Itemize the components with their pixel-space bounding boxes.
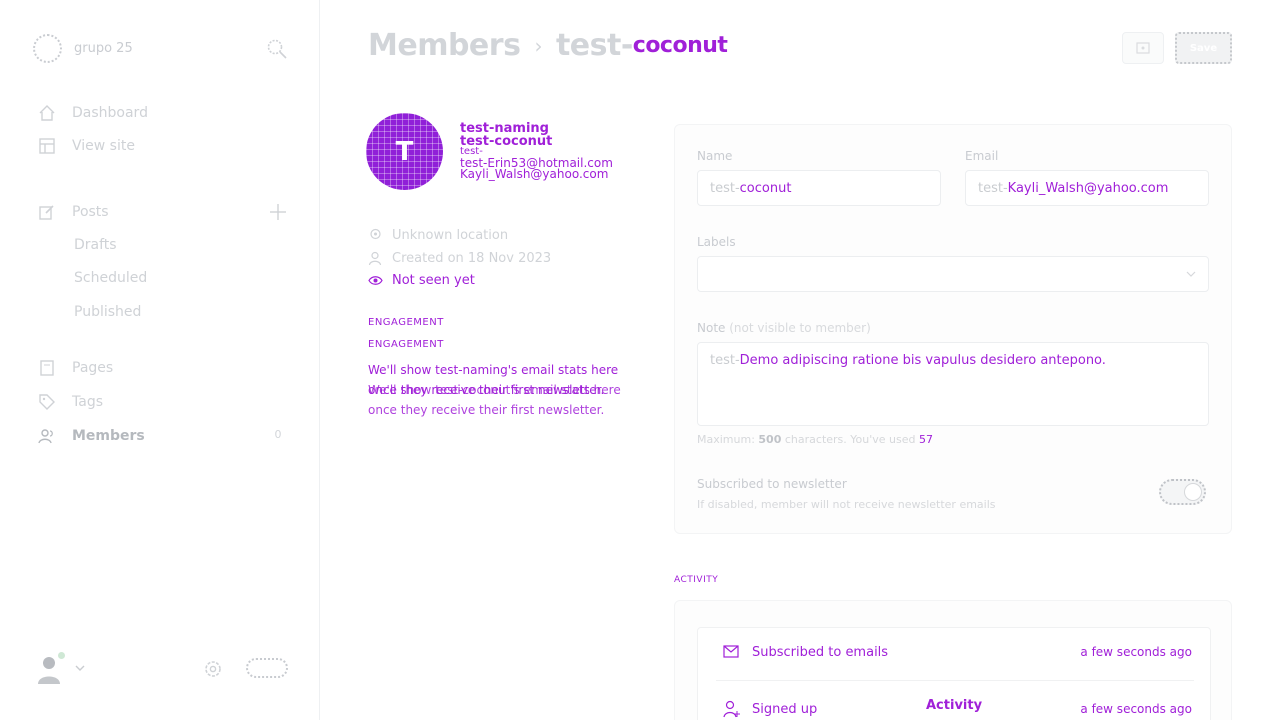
labels-label: Labels (697, 235, 736, 249)
name-input[interactable]: test-coconut (697, 170, 941, 206)
sidebar-item-label: Posts (72, 204, 109, 220)
member-location: Unknown location (368, 228, 508, 243)
members-count-badge: 0 (274, 428, 282, 441)
sidebar: grupo 25 Dashboard View site Posts Draft… (0, 0, 320, 720)
engagement-label-alt: ENGAGEMENT (368, 339, 444, 350)
member-avatar: T (366, 113, 443, 190)
member-last-seen: Not seen yet (368, 273, 475, 288)
tag-icon (39, 394, 55, 410)
sidebar-item-drafts[interactable]: Drafts (74, 237, 117, 253)
chevron-down-icon[interactable] (74, 662, 86, 674)
sidebar-item-label: Pages (72, 360, 114, 376)
user-avatar-icon[interactable] (36, 654, 62, 684)
page-title-prefix: test- (555, 28, 633, 63)
member-created: Created on 18 Nov 2023 (368, 251, 551, 266)
breadcrumb-members[interactable]: Members (368, 28, 521, 63)
name-label: Name (697, 149, 733, 163)
search-icon[interactable] (266, 38, 288, 60)
email-field[interactable]: test-Kayli_Walsh@yahoo.com (965, 170, 1209, 206)
user-add-icon (723, 700, 740, 718)
newsletter-toggle[interactable] (1159, 479, 1206, 505)
sidebar-item-published[interactable]: Published (74, 304, 141, 320)
user-add-icon (368, 251, 382, 266)
note-label: Note (not visible to member) (697, 321, 871, 335)
sidebar-footer (36, 650, 292, 690)
engagement-text-alt: We'll show test-coconut's email stats he… (368, 383, 621, 417)
sidebar-item-posts[interactable]: Posts (38, 203, 109, 221)
sidebar-item-label: View site (72, 138, 135, 154)
page-icon (40, 360, 54, 376)
location-pin-icon (370, 228, 381, 240)
add-post-icon[interactable] (268, 202, 288, 222)
dark-mode-toggle[interactable] (246, 658, 288, 678)
email-label: Email (965, 149, 999, 163)
sidebar-item-view-site[interactable]: View site (38, 137, 135, 155)
activity-title: Activity (926, 698, 983, 713)
sidebar-item-label: Dashboard (72, 105, 148, 121)
home-icon (39, 105, 55, 121)
page-title: coconut (632, 33, 728, 58)
members-icon (38, 429, 53, 444)
breadcrumb: Members › test-coconut (368, 28, 728, 63)
newsletter-description: If disabled, member will not receive new… (697, 498, 996, 511)
gear-icon[interactable] (202, 658, 224, 680)
member-actions-button[interactable] (1122, 32, 1164, 64)
note-textarea[interactable]: test-Demo adipiscing ratione bis vapulus… (697, 342, 1209, 426)
sidebar-item-members[interactable]: Members (38, 427, 145, 445)
divider (716, 680, 1194, 681)
eye-icon (368, 276, 383, 285)
sidebar-item-scheduled[interactable]: Scheduled (74, 270, 147, 286)
member-email-alt: Kayli_Walsh@yahoo.com (460, 167, 609, 181)
toggle-knob (1184, 483, 1202, 501)
newsletter-title: Subscribed to newsletter (697, 477, 847, 491)
labels-select[interactable] (697, 256, 1209, 292)
brand-name: grupo 25 (74, 41, 133, 56)
breadcrumb-separator: › (534, 33, 542, 58)
layout-icon (39, 138, 55, 154)
sidebar-item-pages[interactable]: Pages (38, 359, 113, 377)
more-icon (1136, 42, 1150, 54)
chevron-down-icon (1186, 271, 1196, 277)
sidebar-item-label: Members (72, 428, 145, 444)
sidebar-item-label: Tags (72, 394, 103, 410)
note-char-count: Maximum: 500 characters. You've used 57 (697, 433, 933, 446)
brand[interactable]: grupo 25 (33, 34, 133, 63)
online-status-dot (58, 652, 65, 659)
edit-icon (39, 205, 54, 220)
engagement-label: ENGAGEMENT (368, 317, 444, 328)
save-button[interactable]: Save (1175, 32, 1232, 64)
member-details-card: Name test-coconut Email test-Kayli_Walsh… (674, 124, 1232, 534)
sidebar-item-dashboard[interactable]: Dashboard (38, 104, 148, 122)
email-subscribe-icon (723, 645, 739, 658)
brand-logo-icon (33, 34, 62, 63)
list-item: Subscribed to emails a few seconds ago (722, 632, 1192, 672)
sidebar-item-tags[interactable]: Tags (38, 393, 103, 411)
activity-section-label: ACTIVITY (674, 575, 719, 585)
